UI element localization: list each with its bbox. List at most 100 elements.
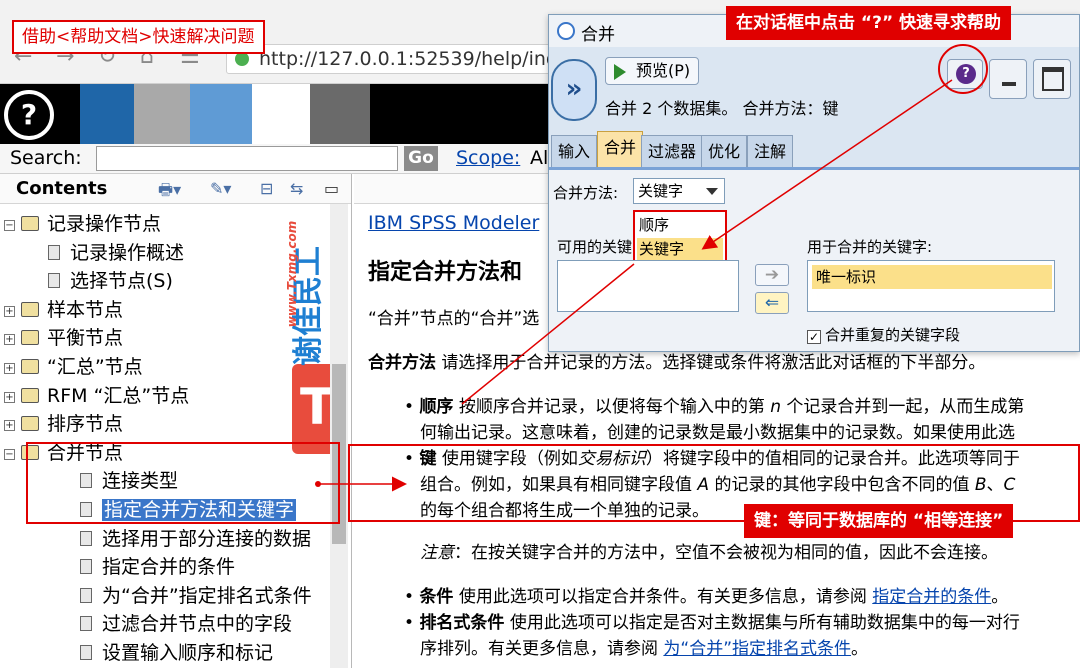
book-icon — [21, 301, 39, 317]
page-icon — [80, 616, 92, 632]
tree-item[interactable]: + 样本节点 — [4, 296, 123, 324]
tab-2[interactable]: 过滤器 — [641, 135, 704, 167]
tree-item-label: 样本节点 — [47, 298, 124, 321]
add-key-button[interactable]: ➔ — [755, 264, 789, 286]
tree-item[interactable]: 选择用于部分连接的数据 — [80, 525, 311, 553]
print-icon[interactable]: 🖶▾ — [158, 179, 181, 206]
tree-item[interactable]: 选择节点(S) — [48, 267, 173, 295]
tree-item-label: “汇总”节点 — [47, 356, 143, 378]
maximize-icon — [1042, 67, 1064, 91]
go-button[interactable]: Go — [404, 146, 438, 171]
highlight-icon[interactable]: ✎▾ — [210, 179, 231, 198]
collapse-icon[interactable]: − — [4, 448, 15, 460]
scope-link[interactable]: Scope: — [456, 147, 520, 169]
book-icon — [21, 387, 39, 403]
banner-swatch — [190, 84, 252, 144]
merge-tab-panel: 合并方法: 关键字 顺序关键字条件排名条件 可用的关键 ➔ ⇐ 用于合并的关键字… — [549, 167, 1079, 351]
tree-item[interactable]: 记录操作概述 — [48, 239, 184, 267]
tab-1[interactable]: 合并 — [597, 131, 644, 167]
annotation-bottom: 键：等同于数据库的 “相等连接” — [744, 504, 1014, 538]
tree-item[interactable]: 过滤合并节点中的字段 — [80, 610, 292, 638]
ranked-condition-link[interactable]: 为“合并”指定排名式条件 — [663, 639, 851, 659]
tree-item-label: 排序节点 — [47, 413, 124, 436]
minimize-panel-icon[interactable]: ▭ — [324, 179, 339, 198]
ranked-item: • 排名式条件 使用此选项可以指定是否对主数据集与所有辅助数据集中的每一对行 序… — [404, 613, 1020, 659]
tree-item-label: 过滤合并节点中的字段 — [102, 613, 293, 636]
tree-item[interactable]: 指定合并的条件 — [80, 553, 235, 581]
banner-swatch — [252, 84, 310, 144]
tab-4[interactable]: 注解 — [747, 135, 794, 167]
link-icon[interactable]: ⇆ — [290, 179, 303, 198]
expand-icon[interactable]: + — [4, 420, 15, 432]
contents-title: Contents — [16, 178, 108, 199]
minimize-icon — [1002, 82, 1016, 86]
preview-button[interactable]: 预览(P) — [605, 57, 699, 85]
svg-text:T: T — [300, 378, 334, 436]
annotation-top-right: 在对话框中点击 “?” 快速寻求帮助 — [726, 6, 1012, 40]
tree-item-label: 指定合并的条件 — [102, 556, 236, 579]
tree-item-label: 为“合并”指定排名式条件 — [102, 584, 312, 607]
merge-node-icon — [557, 22, 575, 40]
page-icon — [80, 587, 92, 603]
scope-value: Al — [530, 147, 549, 169]
minimize-button[interactable] — [989, 59, 1027, 99]
combine-duplicate-keys[interactable]: ✓ 合并重复的关键字段 — [807, 324, 960, 345]
tree-item-label: RFM “汇总”节点 — [47, 384, 190, 407]
tree-item[interactable]: + RFM “汇总”节点 — [4, 382, 189, 410]
search-input[interactable] — [96, 146, 398, 171]
help-logo-icon: ? — [4, 90, 54, 140]
book-icon — [21, 216, 39, 231]
breadcrumb-link[interactable]: IBM SPSS Modeler — [368, 212, 539, 234]
banner-swatch — [134, 84, 190, 144]
page-title: 指定合并方法和 — [368, 260, 523, 285]
available-keys-list[interactable] — [557, 260, 739, 312]
secure-icon — [235, 52, 249, 66]
url-text: http://127.0.0.1:52539/help/index — [259, 48, 581, 70]
book-icon — [21, 359, 39, 374]
tree-item[interactable]: + 平衡节点 — [4, 324, 123, 352]
tree-item-label: 选择节点(S) — [70, 270, 173, 293]
tree-item-label: 设置输入顺序和标记 — [102, 642, 274, 664]
method-paragraph: 合并方法 请选择用于合并记录的方法。选择键或条件将激活此对话框的下半部分。 — [368, 353, 986, 373]
tree-item[interactable]: − 记录操作节点 — [4, 210, 161, 238]
merge-dialog: 合并 » 预览(P) 合并 2 个数据集。 合并方法：键 ? 输入 合并 过滤器 优化… — [548, 14, 1080, 352]
duplicate-checkbox[interactable]: ✓ — [807, 330, 821, 344]
banner-swatch — [310, 84, 370, 144]
merge-method-select[interactable]: 关键字 — [633, 178, 725, 204]
tree-item[interactable]: + 排序节点 — [4, 410, 123, 438]
search-label: Search: — [10, 147, 82, 169]
used-key-item[interactable]: 唯一标识 — [812, 265, 1052, 289]
tab-3[interactable]: 优化 — [701, 135, 748, 167]
url-bar[interactable]: http://127.0.0.1:52539/help/index — [226, 44, 586, 74]
tree-item-label: 平衡节点 — [47, 327, 124, 350]
expand-icon[interactable]: + — [4, 363, 15, 374]
collapse-all-icon[interactable]: ⊟ — [260, 179, 273, 198]
tree-item[interactable]: 设置输入顺序和标记 — [80, 639, 273, 667]
expand-icon[interactable]: + — [4, 305, 15, 317]
condition-item: • 条件 使用此选项可以指定合并条件。有关更多信息，请参阅 指定合并的条件。 — [404, 587, 1009, 607]
tree-item-label: 选择用于部分连接的数据 — [102, 527, 312, 550]
dialog-summary: 合并 2 个数据集。 合并方法：键 — [605, 99, 839, 118]
note-text: 注意：在按关键字合并的方法中，空值不会被视为相同的值，因此不会连接。 — [420, 543, 998, 563]
watermark-site: www.Txmg.com — [286, 221, 299, 328]
dropdown-option[interactable]: 顺序 — [637, 214, 723, 237]
tree-item[interactable]: 为“合并”指定排名式条件 — [80, 582, 312, 610]
expand-icon[interactable]: + — [4, 391, 15, 403]
tab-0[interactable]: 输入 — [551, 135, 598, 167]
page-icon — [80, 530, 92, 546]
dropdown-option[interactable]: 关键字 — [637, 237, 723, 261]
expand-icon[interactable]: + — [4, 334, 15, 346]
condition-link[interactable]: 指定合并的条件 — [872, 587, 991, 607]
maximize-button[interactable] — [1033, 59, 1071, 99]
tree-item[interactable]: + “汇总”节点 — [4, 353, 143, 381]
tree-item-label: 记录操作概述 — [70, 241, 185, 264]
book-icon — [21, 416, 39, 432]
collapse-icon[interactable]: − — [4, 220, 15, 231]
play-icon — [614, 64, 626, 80]
chevron-down-icon — [706, 188, 718, 195]
remove-key-button[interactable]: ⇐ — [755, 292, 789, 314]
contents-scrollbar[interactable] — [330, 204, 348, 668]
annotation-top-left: 借助<帮助文档>快速解决问题 — [12, 20, 265, 54]
used-keys-list[interactable]: 唯一标识 — [807, 260, 1055, 312]
contents-header: Contents 🖶▾ ✎▾ ⊟ ⇆ ▭ — [0, 174, 351, 206]
